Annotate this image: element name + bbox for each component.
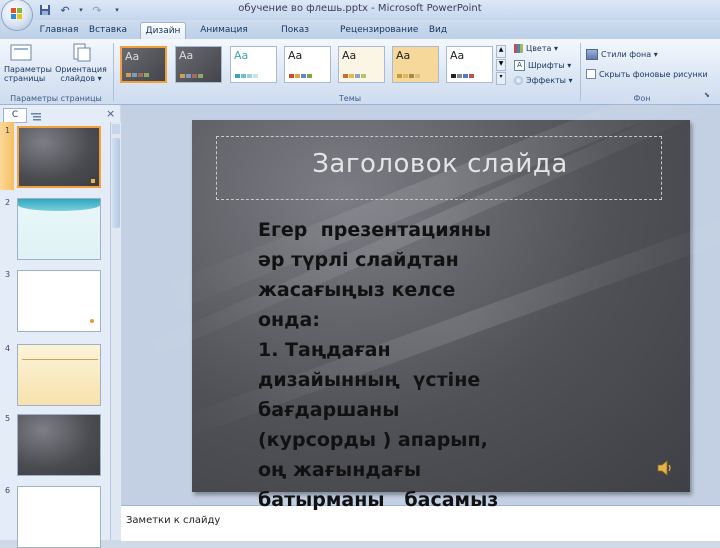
tab-outline[interactable] [30,108,44,121]
page-setup-icon [10,44,32,61]
thumbnail-line [22,359,98,360]
window-title: обучение во флешь.pptx - Microsoft Power… [238,3,482,14]
office-logo-icon [11,8,22,19]
slide-thumbnail[interactable] [17,344,101,406]
save-icon[interactable] [38,3,52,17]
theme-thumbnail-1[interactable]: Aa [120,46,167,83]
slide-orientation-icon [73,43,91,62]
title-placeholder[interactable]: Заголовок слайда [216,136,662,200]
ribbon-tabs: Главная Вставка Дизайн Анимация Показ сл… [0,20,720,52]
theme-thumbnail-5[interactable]: Aa [338,46,385,83]
scroll-up-icon[interactable] [112,124,120,134]
sound-icon[interactable] [656,460,674,476]
tab-animation[interactable]: Анимация [196,22,252,39]
slide-thumbnail[interactable] [17,270,101,332]
page-setup-button[interactable]: Параметры страницы [4,43,52,89]
slide-thumbnail[interactable] [17,198,101,260]
thumbnail-wave [18,199,100,211]
fonts-icon: A [514,60,525,71]
colors-icon [514,44,523,53]
notes-placeholder: Заметки к слайду [126,515,221,526]
slide-number: 6 [5,486,11,495]
tab-insert[interactable]: Вставка [86,22,130,39]
close-pane-icon[interactable]: × [106,107,115,120]
theme-thumbnail-2[interactable]: Aa [175,46,222,83]
effects-icon [514,76,523,85]
background-styles-button[interactable]: Стили фона ▾ [586,49,658,60]
tab-slideshow[interactable]: Показ слайдов [262,22,328,52]
thumbnail-sound-icon [91,179,95,183]
tab-review[interactable]: Рецензирование [340,22,418,39]
slide-number: 4 [5,344,11,353]
theme-colors-button[interactable]: Цвета ▾ [514,44,558,53]
slide-thumbnail[interactable] [17,414,101,476]
checkbox-icon[interactable] [586,69,596,79]
slides-scrollbar[interactable] [110,122,121,540]
group-separator [580,43,581,101]
theme-thumbnail-7[interactable]: Aa [446,46,493,83]
undo-icon[interactable]: ↶ [58,3,72,17]
ribbon: Параметры страницы Ориентация слайдов ▾ … [0,39,720,105]
group-label-page-setup: Параметры страницы [10,94,102,103]
gallery-more-icon[interactable]: ▾ [496,72,506,86]
office-button[interactable] [2,0,32,30]
thumbnail-dot [90,319,94,323]
theme-effects-button[interactable]: Эффекты ▾ [514,76,573,85]
gallery-down-icon[interactable]: ▼ [496,58,506,72]
slide-thumbnails: 1 2 3 4 5 6 [0,122,108,548]
redo-icon[interactable]: ↷ [90,3,104,17]
slide-number: 5 [5,414,11,423]
theme-fonts-button[interactable]: A Шрифты ▾ [514,60,571,71]
gallery-up-icon[interactable]: ▲ [496,45,506,58]
slide-thumbnail[interactable] [17,126,101,188]
tab-home[interactable]: Главная [38,22,80,39]
slide-number: 1 [5,126,11,135]
pane-tabs: С × [0,107,120,123]
slide-title: Заголовок слайда [312,149,568,179]
slide-body-text[interactable]: Егер презентацияны әр түрлі слайдтан жас… [258,215,618,515]
theme-thumbnail-3[interactable]: Aa [230,46,277,83]
undo-dropdown-icon[interactable]: ▾ [78,3,84,17]
slide-number: 2 [5,198,11,207]
themes-gallery-scroll[interactable]: ▲ ▼ ▾ [496,45,506,86]
background-styles-icon [586,49,598,60]
tab-slides[interactable]: С [3,108,27,123]
quick-access-toolbar: ↶ ▾ ↷ ▾ [38,2,124,18]
tab-design[interactable]: Дизайн [140,22,186,40]
slide-number: 3 [5,270,11,279]
theme-thumbnail-4[interactable]: Aa [284,46,331,83]
theme-thumbnail-6[interactable]: Aa [392,46,439,83]
customize-qat-icon[interactable]: ▾ [110,3,124,17]
tab-view[interactable]: Вид [426,22,450,39]
slide-orientation-button[interactable]: Ориентация слайдов ▾ [52,43,110,89]
group-separator [113,43,114,101]
slide-thumbnail[interactable] [17,486,101,548]
group-label-themes: Темы [338,94,362,103]
scroll-thumb[interactable] [112,138,120,228]
